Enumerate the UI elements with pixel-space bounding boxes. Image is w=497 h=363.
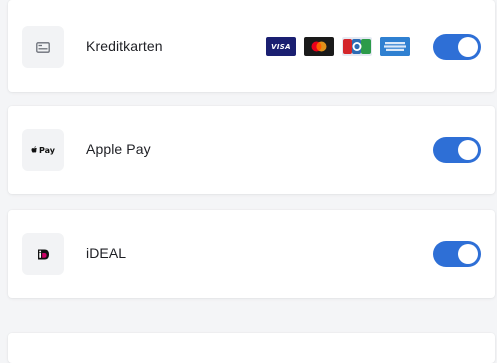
apple-pay-toggle[interactable] bbox=[433, 137, 481, 163]
payment-method-row-apple-pay: Pay Apple Pay bbox=[8, 106, 495, 194]
visa-card-icon: VISA bbox=[266, 37, 296, 56]
apple-logo-icon bbox=[31, 146, 37, 153]
card-brand-logos: VISA bbox=[266, 37, 410, 56]
ideal-toggle[interactable] bbox=[433, 241, 481, 267]
credit-cards-toggle[interactable] bbox=[433, 34, 481, 60]
credit-card-icon bbox=[22, 26, 64, 68]
payment-method-label: Apple Pay bbox=[86, 141, 151, 157]
payment-method-label: Kreditkarten bbox=[86, 38, 163, 54]
payment-method-row-partial bbox=[8, 333, 495, 363]
visa-card-text: VISA bbox=[271, 42, 291, 51]
ideal-icon bbox=[22, 233, 64, 275]
mastercard-card-icon bbox=[304, 37, 334, 56]
amex-card-icon bbox=[380, 37, 410, 56]
payment-method-label: iDEAL bbox=[86, 245, 127, 261]
apple-pay-icon: Pay bbox=[22, 129, 64, 171]
payment-method-row-ideal: iDEAL bbox=[8, 210, 495, 298]
payment-method-row-credit-cards: Kreditkarten VISA bbox=[8, 0, 495, 92]
cb-card-icon bbox=[342, 37, 372, 56]
apple-pay-icon-text: Pay bbox=[38, 145, 55, 155]
